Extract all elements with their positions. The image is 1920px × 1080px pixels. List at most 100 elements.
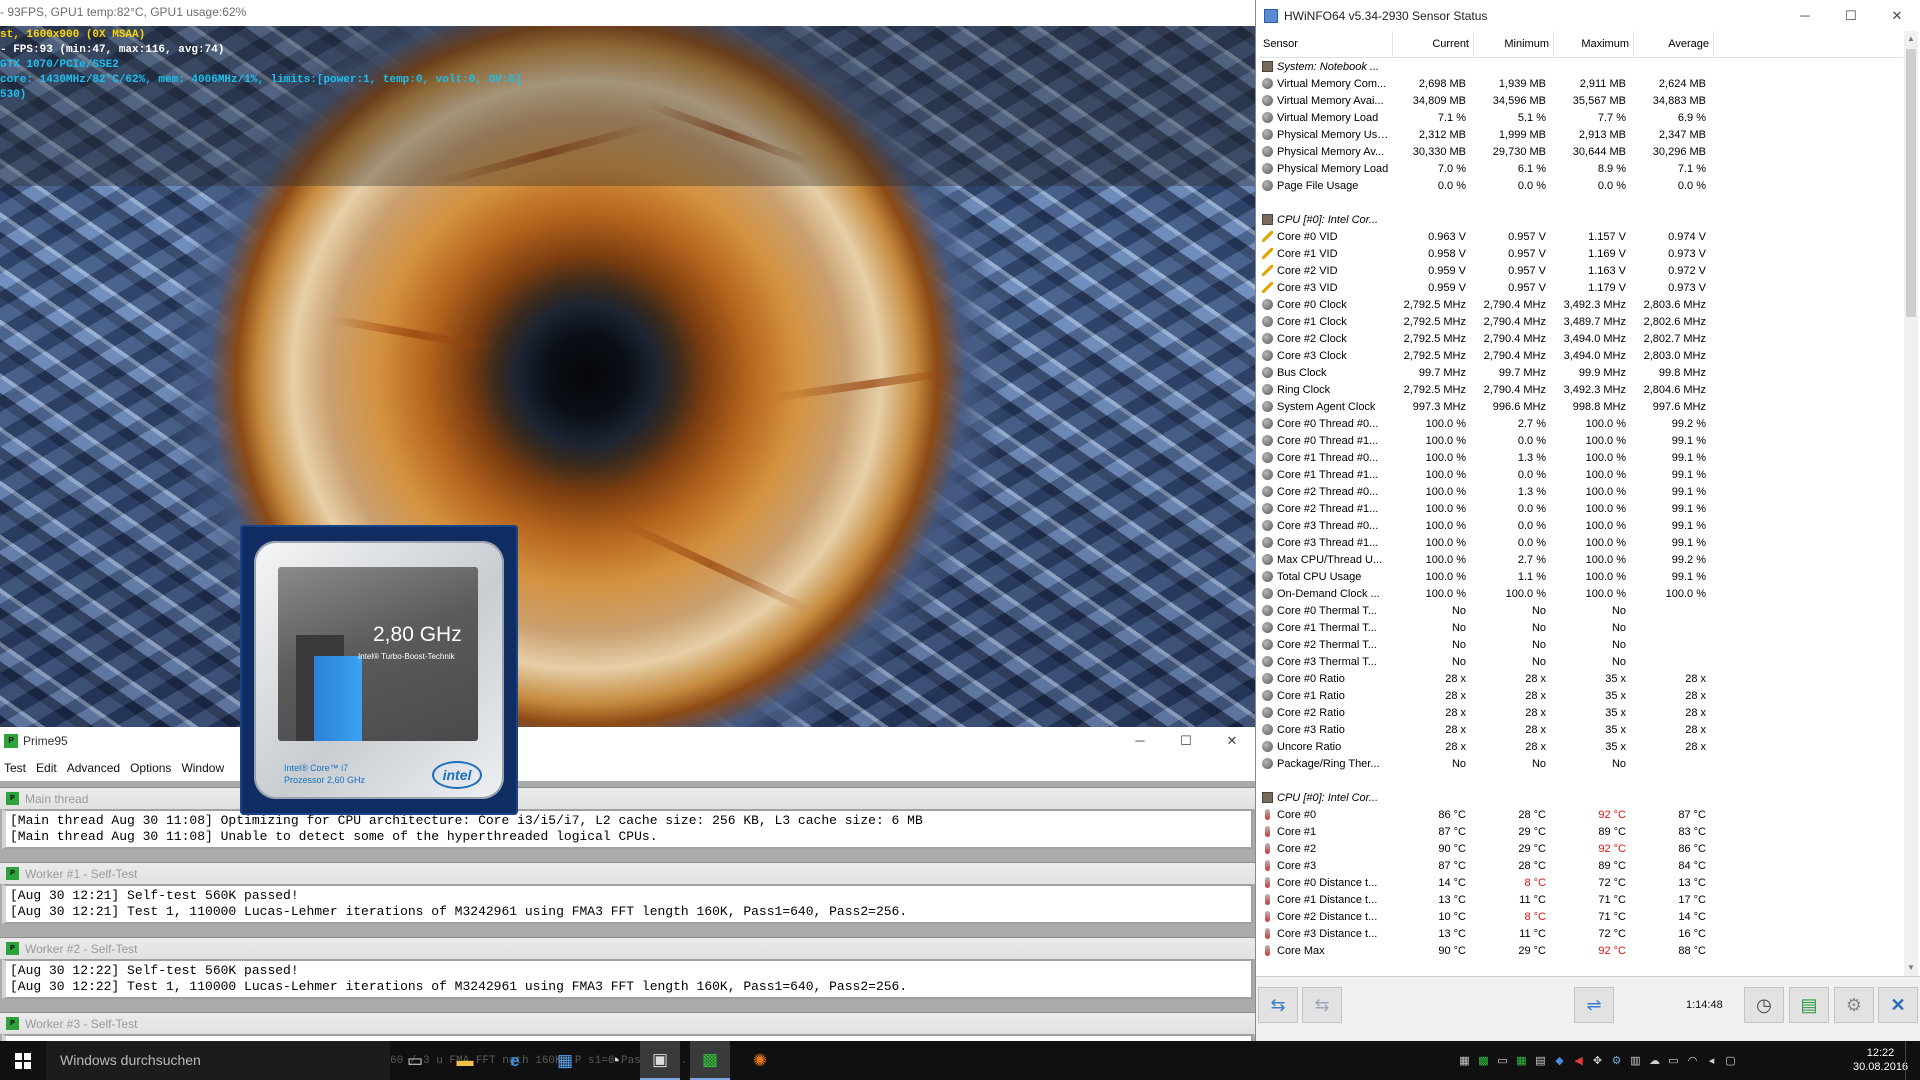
sensor-row[interactable]: Page File Usage 0.0 % 0.0 % 0.0 % 0.0 % (1259, 177, 1903, 194)
sensor-row[interactable]: Physical Memory Used 2,312 MB 1,999 MB 2,91… (1259, 126, 1903, 143)
sensor-row[interactable]: Core #1 Thread #1... 100.0 % 0.0 % 100.0 % 9… (1259, 466, 1903, 483)
column-header-sensor[interactable]: Sensor (1259, 31, 1393, 58)
sensor-row[interactable]: Core #2 VID 0.959 V 0.957 V 1.163 V 0.972 V (1259, 262, 1903, 279)
tray-drive-icon[interactable]: ▭ (1493, 1041, 1512, 1080)
start-button[interactable] (0, 1041, 46, 1080)
hwinfo-icon[interactable]: ▩ (690, 1041, 730, 1080)
prime95-window[interactable]: P Prime95 ─ ☐ ✕ Test Edit Advanced Optio… (0, 727, 1255, 1041)
maximize-button[interactable]: ☐ (1828, 0, 1874, 31)
sensor-table[interactable]: Sensor Current Minimum Maximum Average S… (1259, 31, 1903, 976)
sensor-row[interactable]: Core #0 VID 0.963 V 0.957 V 1.157 V 0.974 V (1259, 228, 1903, 245)
thread-log[interactable]: [Main thread Aug 30 11:08] Optimizing fo… (2, 809, 1253, 849)
sensor-row[interactable]: Core #0 Thermal T... No No No (1259, 602, 1903, 619)
edge-icon[interactable]: e (495, 1041, 535, 1080)
close-button[interactable]: ✕ (1874, 0, 1920, 31)
report-add-icon[interactable]: ▤ (1789, 987, 1829, 1023)
sensor-row[interactable]: Core #3 Thread #1... 100.0 % 0.0 % 100.0 % 9… (1259, 534, 1903, 551)
sensor-row[interactable]: Core #1 87 °C 29 °C 89 °C 83 °C (1259, 823, 1903, 840)
sensor-row[interactable]: Core #1 Clock 2,792.5 MHz 2,790.4 MHz 3,489… (1259, 313, 1903, 330)
column-header-current[interactable]: Current (1393, 31, 1474, 58)
sensor-row[interactable]: Core #2 Thread #1... 100.0 % 0.0 % 100.0 % 9… (1259, 500, 1903, 517)
sensor-row[interactable]: Core #2 Thread #0... 100.0 % 1.3 % 100.0 % 9… (1259, 483, 1903, 500)
scroll-thumb[interactable] (1906, 49, 1916, 317)
sensor-row[interactable]: Core #3 Clock 2,792.5 MHz 2,790.4 MHz 3,494… (1259, 347, 1903, 364)
terminal-icon[interactable]: ▣ (640, 1041, 680, 1080)
sensor-row[interactable]: Core #3 VID 0.959 V 0.957 V 1.179 V 0.973 V (1259, 279, 1903, 296)
scroll-up-icon[interactable]: ▲ (1904, 31, 1918, 47)
sensor-row[interactable]: Uncore Ratio 28 x 28 x 35 x 28 x (1259, 738, 1903, 755)
sensor-scrollbar[interactable]: ▲ ▼ (1904, 31, 1918, 976)
tray-action-center-icon[interactable]: ▢ (1721, 1041, 1740, 1080)
sensor-group[interactable]: CPU [#0]: Intel Cor... (1259, 211, 1903, 228)
tray-network-icon[interactable]: ⚙ (1607, 1041, 1626, 1080)
prime95-titlebar[interactable]: P Prime95 ─ ☐ ✕ (0, 727, 1255, 755)
sensor-row[interactable]: Core #1 Thread #0... 100.0 % 1.3 % 100.0 % 9… (1259, 449, 1903, 466)
minimize-button[interactable]: ─ (1117, 727, 1163, 755)
maximize-button[interactable]: ☐ (1163, 727, 1209, 755)
menu-edit[interactable]: Edit (34, 761, 65, 775)
menu-test[interactable]: Test (2, 761, 34, 775)
tray-usb-icon[interactable]: ▥ (1626, 1041, 1645, 1080)
sensor-row[interactable]: Core #1 Distance t... 13 °C 11 °C 71 °C 17 °… (1259, 891, 1903, 908)
column-header-minimum[interactable]: Minimum (1474, 31, 1554, 58)
sensor-row[interactable]: Core #3 Thermal T... No No No (1259, 653, 1903, 670)
hwinfo-window[interactable]: HWiNFO64 v5.34-2930 Sensor Status ─ ☐ ✕ … (1255, 0, 1920, 1041)
sensor-row[interactable]: Core #3 87 °C 28 °C 89 °C 84 °C (1259, 857, 1903, 874)
sensor-row[interactable]: Virtual Memory Load 7.1 % 5.1 % 7.7 % 6.9 % (1259, 109, 1903, 126)
sensor-row[interactable]: Core #0 86 °C 28 °C 92 °C 87 °C (1259, 806, 1903, 823)
sensor-row[interactable]: Virtual Memory Avai... 34,809 MB 34,596 MB… (1259, 92, 1903, 109)
minimize-button[interactable]: ─ (1782, 0, 1828, 31)
sensor-row[interactable]: Core #1 Thermal T... No No No (1259, 619, 1903, 636)
thread-window-worker-1[interactable]: P Worker #1 - Self-Test [Aug 30 12:21] Se… (0, 862, 1255, 924)
sensor-row[interactable]: Virtual Memory Com... 2,698 MB 1,939 MB 2,9… (1259, 75, 1903, 92)
sensor-row[interactable]: Total CPU Usage 100.0 % 1.1 % 100.0 % 99.1 % (1259, 568, 1903, 585)
tray-shield-icon[interactable]: ◆ (1550, 1041, 1569, 1080)
menu-options[interactable]: Options (128, 761, 179, 775)
sensor-row[interactable]: Core #1 VID 0.958 V 0.957 V 1.169 V 0.973 V (1259, 245, 1903, 262)
control-icon[interactable]: ◔ (595, 1041, 635, 1080)
sensor-row[interactable]: On-Demand Clock ... 100.0 % 100.0 % 100.0 %… (1259, 585, 1903, 602)
tray-status-icon[interactable]: ▦ (1512, 1041, 1531, 1080)
thread-log[interactable]: [Aug 30 12:21] Self-test 560K passed! [Au… (2, 884, 1253, 924)
sensor-row[interactable]: Core #0 Ratio 28 x 28 x 35 x 28 x (1259, 670, 1903, 687)
sensor-row[interactable]: Physical Memory Load 7.0 % 6.1 % 8.9 % 7.1 % (1259, 160, 1903, 177)
tray-hwinfo-icon[interactable]: ▩ (1474, 1041, 1493, 1080)
column-header-average[interactable]: Average (1634, 31, 1714, 58)
thread-window-worker-3[interactable]: P Worker #3 - Self-Test (0, 1012, 1255, 1041)
sensor-row[interactable]: Package/Ring Ther... No No No (1259, 755, 1903, 772)
sensor-group[interactable]: CPU [#0]: Intel Cor... (1259, 789, 1903, 806)
thread-log[interactable] (2, 1034, 1253, 1041)
thread-log[interactable]: [Aug 30 12:22] Self-test 560K passed! [Au… (2, 959, 1253, 999)
sensor-row[interactable]: Core #1 Ratio 28 x 28 x 35 x 28 x (1259, 687, 1903, 704)
taskbar-clock[interactable]: 12:22 30.08.2016 (1853, 1046, 1908, 1074)
tray-wifi-icon[interactable]: ◠ (1683, 1041, 1702, 1080)
sensor-row[interactable]: Core #2 Clock 2,792.5 MHz 2,790.4 MHz 3,494… (1259, 330, 1903, 347)
column-header-maximum[interactable]: Maximum (1554, 31, 1634, 58)
sensor-row[interactable]: Max CPU/Thread U... 100.0 % 2.7 % 100.0 % 99… (1259, 551, 1903, 568)
close-icon[interactable]: ✕ (1878, 987, 1918, 1023)
sensor-row[interactable]: Physical Memory Av... 30,330 MB 29,730 MB 3… (1259, 143, 1903, 160)
sensor-row[interactable]: Core #2 90 °C 29 °C 92 °C 86 °C (1259, 840, 1903, 857)
sensor-row[interactable]: Core #3 Distance t... 13 °C 11 °C 72 °C 16 °… (1259, 925, 1903, 942)
thread-window-main[interactable]: P Main thread [Main thread Aug 30 11:08] … (0, 787, 1255, 849)
settings-icon[interactable]: ⚙ (1834, 987, 1874, 1023)
menu-advanced[interactable]: Advanced (65, 761, 128, 775)
sensor-row[interactable]: Core #3 Ratio 28 x 28 x 35 x 28 x (1259, 721, 1903, 738)
tray-keyboard-icon[interactable]: ▭ (1664, 1041, 1683, 1080)
sensor-row[interactable]: Bus Clock 99.7 MHz 99.7 MHz 99.9 MHz 99.8 MH… (1259, 364, 1903, 381)
scroll-down-icon[interactable]: ▼ (1904, 960, 1918, 976)
sensor-row[interactable]: Core Max 90 °C 29 °C 92 °C 88 °C (1259, 942, 1903, 959)
tray-alert-icon[interactable]: ◀ (1569, 1041, 1588, 1080)
sensor-group[interactable]: System: Notebook ... (1259, 58, 1903, 75)
sensor-row[interactable]: System Agent Clock 997.3 MHz 996.6 MHz 998.… (1259, 398, 1903, 415)
sensor-row[interactable]: Core #2 Thermal T... No No No (1259, 636, 1903, 653)
network-icon[interactable]: ⇌ (1574, 987, 1614, 1023)
file-explorer-icon[interactable]: ▬ (445, 1041, 485, 1080)
sensor-row[interactable]: Core #2 Ratio 28 x 28 x 35 x 28 x (1259, 704, 1903, 721)
sensor-row[interactable]: Core #0 Thread #0... 100.0 % 2.7 % 100.0 % 9… (1259, 415, 1903, 432)
tray-monitor-icon[interactable]: ▦ (1455, 1041, 1474, 1080)
tray-volume-icon[interactable]: ◂ (1702, 1041, 1721, 1080)
sensor-row[interactable]: Core #3 Thread #0... 100.0 % 0.0 % 100.0 % 9… (1259, 517, 1903, 534)
tray-cloud-icon[interactable]: ☁ (1645, 1041, 1664, 1080)
furmark-icon[interactable]: ✺ (740, 1041, 780, 1080)
